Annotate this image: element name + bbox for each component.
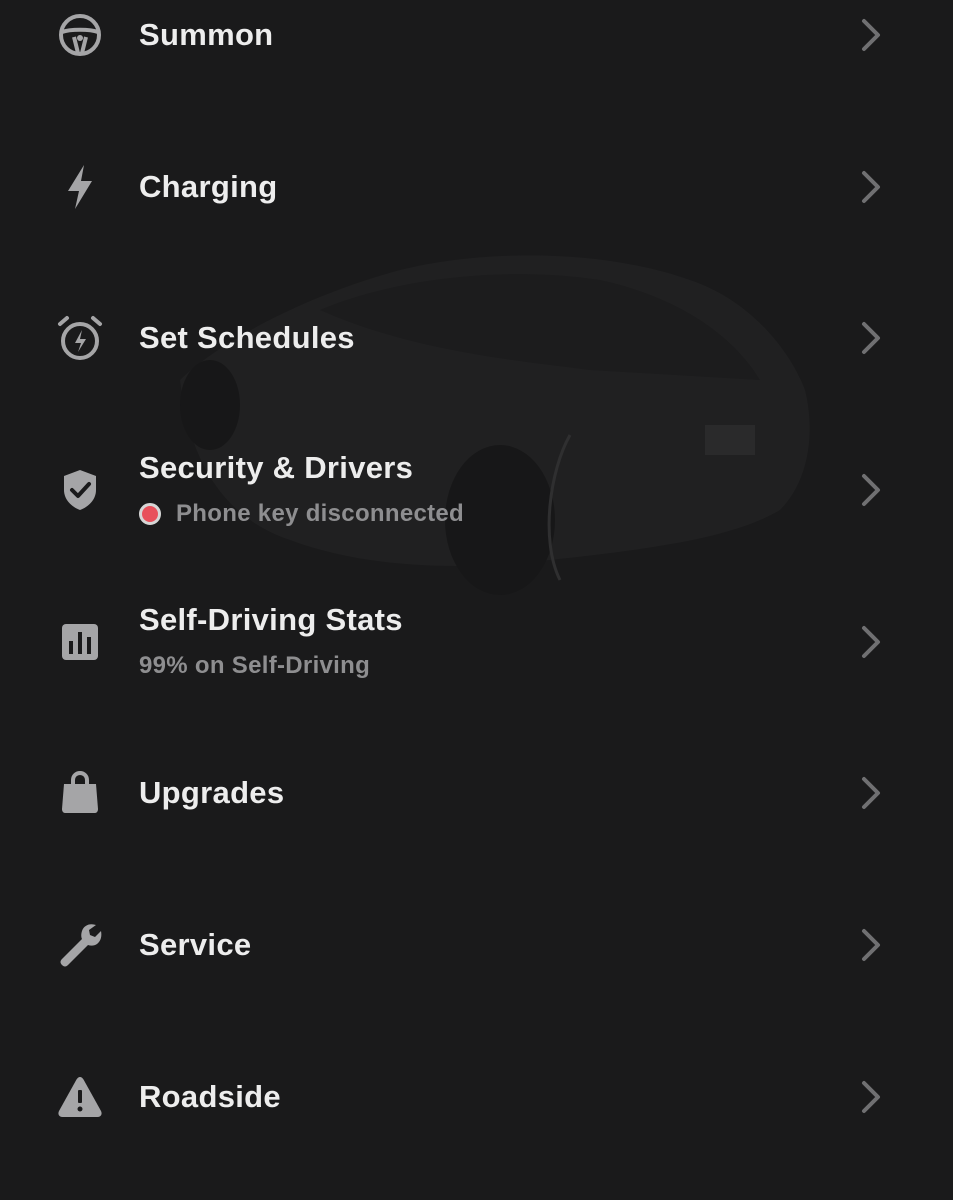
menu-item-label: Set Schedules: [139, 320, 355, 355]
menu-item-upgrades[interactable]: Upgrades: [0, 723, 953, 863]
menu-item-set-schedules[interactable]: Set Schedules: [0, 268, 953, 408]
menu-item-charging[interactable]: Charging: [0, 117, 953, 257]
bar-chart-icon: [52, 614, 108, 670]
menu-item-label: Upgrades: [139, 775, 285, 810]
warning-triangle-icon: [52, 1069, 108, 1125]
menu-item-summon[interactable]: Summon: [0, 0, 953, 105]
chevron-right-icon: [858, 318, 886, 358]
menu-item-label: Service: [139, 927, 252, 962]
wrench-icon: [52, 917, 108, 973]
chevron-right-icon: [858, 15, 886, 55]
shield-check-icon: [52, 462, 108, 518]
chevron-right-icon: [858, 925, 886, 965]
lightning-bolt-icon: [52, 159, 108, 215]
chevron-right-icon: [858, 773, 886, 813]
alarm-clock-bolt-icon: [52, 310, 108, 366]
menu-item-service[interactable]: Service: [0, 875, 953, 1015]
menu-item-label: Security & Drivers: [139, 450, 414, 485]
menu-item-security-drivers[interactable]: Security & Drivers Phone key disconnecte…: [0, 420, 953, 560]
menu-item-label: Summon: [139, 17, 274, 52]
menu-item-self-driving-stats[interactable]: Self-Driving Stats 99% on Self-Driving: [0, 572, 953, 712]
chevron-right-icon: [858, 167, 886, 207]
self-driving-percent: 99% on Self-Driving: [139, 652, 371, 679]
chevron-right-icon: [858, 622, 886, 662]
status-dot: [139, 503, 161, 525]
phone-key-status: Phone key disconnected: [139, 500, 464, 528]
menu-item-label: Roadside: [139, 1079, 281, 1114]
shopping-bag-icon: [52, 765, 108, 821]
status-text: Phone key disconnected: [176, 500, 465, 527]
steering-wheel-icon: [52, 7, 108, 63]
chevron-right-icon: [858, 1077, 886, 1117]
menu-item-roadside[interactable]: Roadside: [0, 1027, 953, 1167]
menu-item-label: Charging: [139, 169, 278, 204]
chevron-right-icon: [858, 470, 886, 510]
menu-item-label: Self-Driving Stats: [139, 602, 403, 637]
